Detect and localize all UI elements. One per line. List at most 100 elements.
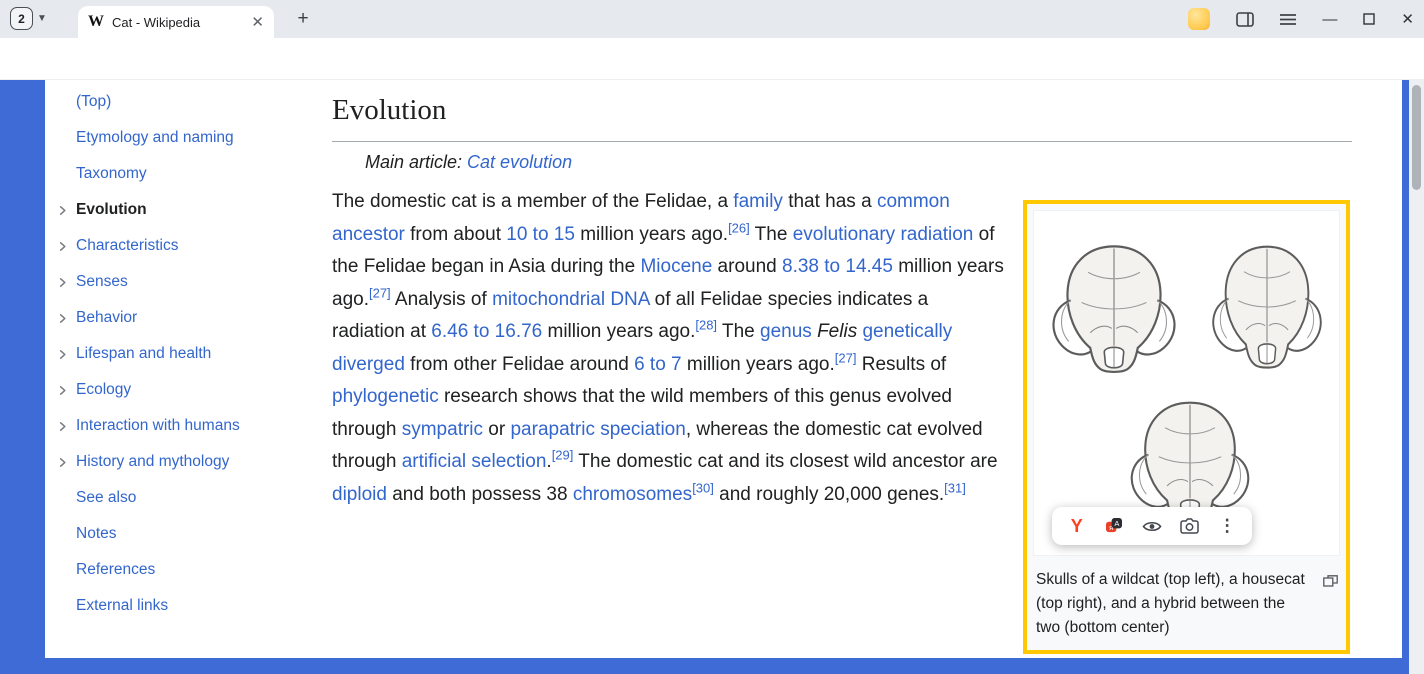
eye-icon[interactable]	[1139, 513, 1165, 539]
enlarge-icon[interactable]	[1323, 571, 1338, 595]
tab-strip: 2 ▼ W Cat - Wikipedia ✕ + — ✕	[0, 0, 1424, 38]
hatnote-prefix: Main article:	[365, 152, 467, 172]
article-link[interactable]: 6 to 7	[634, 354, 682, 375]
toc-item[interactable]: Taxonomy	[57, 156, 319, 192]
figure-cat-skulls: Y яA ⋮ Skulls of a wildcat (top left), a…	[1023, 200, 1350, 654]
svg-text:A: A	[1115, 519, 1120, 528]
article-link[interactable]: 6.46 to 16.76	[431, 321, 542, 342]
browser-tab[interactable]: W Cat - Wikipedia ✕	[78, 6, 274, 38]
reference-link[interactable]: [30]	[692, 480, 714, 495]
chevron-down-icon[interactable]: ▼	[37, 13, 47, 24]
article-link[interactable]: diploid	[332, 484, 387, 505]
chevron-right-icon[interactable]	[57, 277, 76, 288]
page-background: (Top) Etymology and naming Taxonomy Ev	[0, 80, 1424, 674]
translate-image-icon[interactable]: яA	[1101, 513, 1127, 539]
search-by-image-icon[interactable]	[1177, 513, 1203, 539]
scrollbar-thumb[interactable]	[1412, 85, 1421, 190]
chevron-right-icon[interactable]	[57, 349, 76, 360]
vertical-scrollbar[interactable]	[1409, 80, 1424, 674]
tab-title: Cat - Wikipedia	[112, 15, 243, 30]
table-of-contents: (Top) Etymology and naming Taxonomy Ev	[57, 84, 319, 624]
tab-count[interactable]: 2	[10, 7, 33, 30]
toc-item[interactable]: See also	[57, 480, 319, 516]
toc-item[interactable]: Etymology and naming	[57, 120, 319, 156]
chevron-right-icon[interactable]	[57, 457, 76, 468]
article-link[interactable]: parapatric speciation	[510, 419, 685, 440]
reference-link[interactable]: [28]	[695, 318, 717, 333]
maximize-window-button[interactable]	[1363, 13, 1375, 25]
hatnote: Main article: Cat evolution	[365, 152, 1354, 173]
toc-item-label: Taxonomy	[76, 165, 147, 183]
article-link[interactable]: chromosomes	[573, 484, 692, 505]
cat-skulls-image[interactable]: Y яA ⋮	[1033, 210, 1340, 556]
article-paragraph: The domestic cat is a member of the Feli…	[332, 186, 1004, 511]
article-link[interactable]: artificial selection	[402, 451, 547, 472]
toc-item[interactable]: References	[57, 552, 319, 588]
toc-item-label: See also	[76, 489, 136, 507]
toc-item-label: References	[76, 561, 155, 579]
toc-item-label: History and mythology	[76, 453, 229, 471]
article-link[interactable]: mitochondrial DNA	[492, 289, 649, 310]
toc-item-label: Interaction with humans	[76, 417, 240, 435]
toc-item[interactable]: Lifespan and health	[57, 336, 319, 372]
toc-item-label: Notes	[76, 525, 117, 543]
article-link[interactable]: 8.38 to 14.45	[782, 256, 893, 277]
tab-counter-button[interactable]: 2 ▼	[10, 7, 47, 30]
minimize-window-button[interactable]: —	[1322, 11, 1337, 28]
toc-item[interactable]: Ecology	[57, 372, 319, 408]
toc-item[interactable]: Interaction with humans	[57, 408, 319, 444]
toc-item-label: Behavior	[76, 309, 137, 327]
italic-text: Felis	[817, 321, 857, 342]
toc-item[interactable]: Evolution	[57, 192, 319, 228]
reference-link[interactable]: [29]	[552, 448, 574, 463]
wikipedia-favicon: W	[88, 13, 104, 31]
toc-item-label: Ecology	[76, 381, 131, 399]
toc-item[interactable]: External links	[57, 588, 319, 624]
article-link[interactable]: evolutionary radiation	[793, 224, 974, 245]
toc-item[interactable]: (Top)	[57, 84, 319, 120]
article-link[interactable]: sympatric	[402, 419, 483, 440]
toc-item-label: (Top)	[76, 93, 111, 111]
toc-item[interactable]: Characteristics	[57, 228, 319, 264]
toc-item[interactable]: Notes	[57, 516, 319, 552]
wikipedia-content: (Top) Etymology and naming Taxonomy Ev	[45, 80, 1402, 658]
close-tab-icon[interactable]: ✕	[251, 13, 264, 31]
chevron-right-icon[interactable]	[57, 421, 76, 432]
profile-avatar[interactable]	[1188, 8, 1210, 30]
toc-item-label: External links	[76, 597, 168, 615]
toc-item-label: Evolution	[76, 201, 147, 219]
more-options-icon[interactable]: ⋮	[1214, 513, 1240, 539]
side-panel-icon[interactable]	[1236, 12, 1254, 27]
close-window-button[interactable]: ✕	[1401, 10, 1414, 28]
reference-link[interactable]: [27]	[369, 285, 391, 300]
hatnote-link[interactable]: Cat evolution	[467, 152, 572, 172]
reference-link[interactable]: [26]	[728, 220, 750, 235]
figure-caption-text: Skulls of a wildcat (top left), a housec…	[1036, 571, 1305, 636]
toc-item[interactable]: History and mythology	[57, 444, 319, 480]
chevron-right-icon[interactable]	[57, 313, 76, 324]
yandex-logo-icon[interactable]: Y	[1064, 513, 1090, 539]
article-link[interactable]: 10 to 15	[506, 224, 575, 245]
toc-item-label: Senses	[76, 273, 128, 291]
new-tab-button[interactable]: +	[290, 6, 316, 32]
toc-item[interactable]: Behavior	[57, 300, 319, 336]
toc-item-label: Etymology and naming	[76, 129, 234, 147]
article-link[interactable]: genus	[760, 321, 812, 342]
menu-icon[interactable]	[1280, 13, 1296, 26]
toc-item-label: Characteristics	[76, 237, 179, 255]
figure-caption: Skulls of a wildcat (top left), a housec…	[1027, 562, 1346, 650]
article-link[interactable]: Miocene	[640, 256, 712, 277]
article-link[interactable]: phylogenetic	[332, 386, 439, 407]
toc-item-label: Lifespan and health	[76, 345, 211, 363]
reference-link[interactable]: [31]	[944, 480, 966, 495]
chevron-right-icon[interactable]	[57, 385, 76, 396]
reference-link[interactable]: [27]	[835, 350, 857, 365]
section-heading: Evolution	[332, 94, 1352, 142]
toc-item[interactable]: Senses	[57, 264, 319, 300]
chevron-right-icon[interactable]	[57, 205, 76, 216]
cat-skulls-drawing	[1034, 211, 1341, 557]
chevron-right-icon[interactable]	[57, 241, 76, 252]
image-hover-toolbar: Y яA ⋮	[1052, 507, 1252, 545]
browser-toolbar: en.wikipedia.org Cat - Wikipedia ••• яA …	[0, 38, 1424, 80]
article-link[interactable]: family	[733, 191, 783, 212]
